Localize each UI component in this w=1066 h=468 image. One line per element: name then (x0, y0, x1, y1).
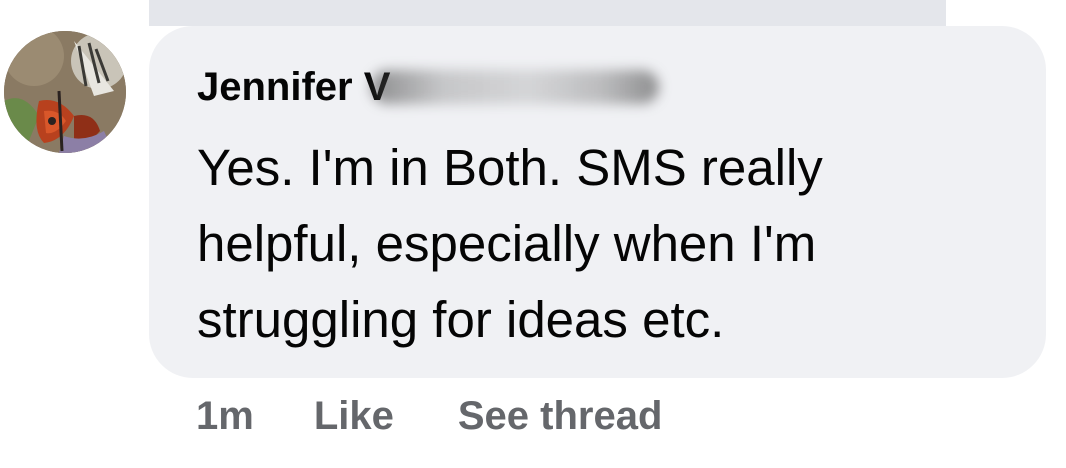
redacted-surname-blur (371, 70, 659, 104)
author-name[interactable]: Jennifer V (197, 61, 390, 113)
like-button[interactable]: Like (314, 394, 394, 439)
comment-text: Yes. I'm in Both. SMS really helpful, es… (197, 139, 823, 348)
comment-thread: Jennifer V Yes. I'm in Both. SMS really … (0, 0, 1066, 468)
avatar[interactable] (4, 31, 126, 153)
see-thread-link[interactable]: See thread (458, 394, 663, 439)
comment-bubble: Jennifer V Yes. I'm in Both. SMS really … (149, 26, 1046, 378)
previous-comment-bubble (149, 0, 946, 26)
butterfly-avatar-icon (4, 31, 126, 153)
comment-timestamp[interactable]: 1m (196, 394, 254, 439)
comment-actions: 1m Like See thread (196, 388, 662, 444)
